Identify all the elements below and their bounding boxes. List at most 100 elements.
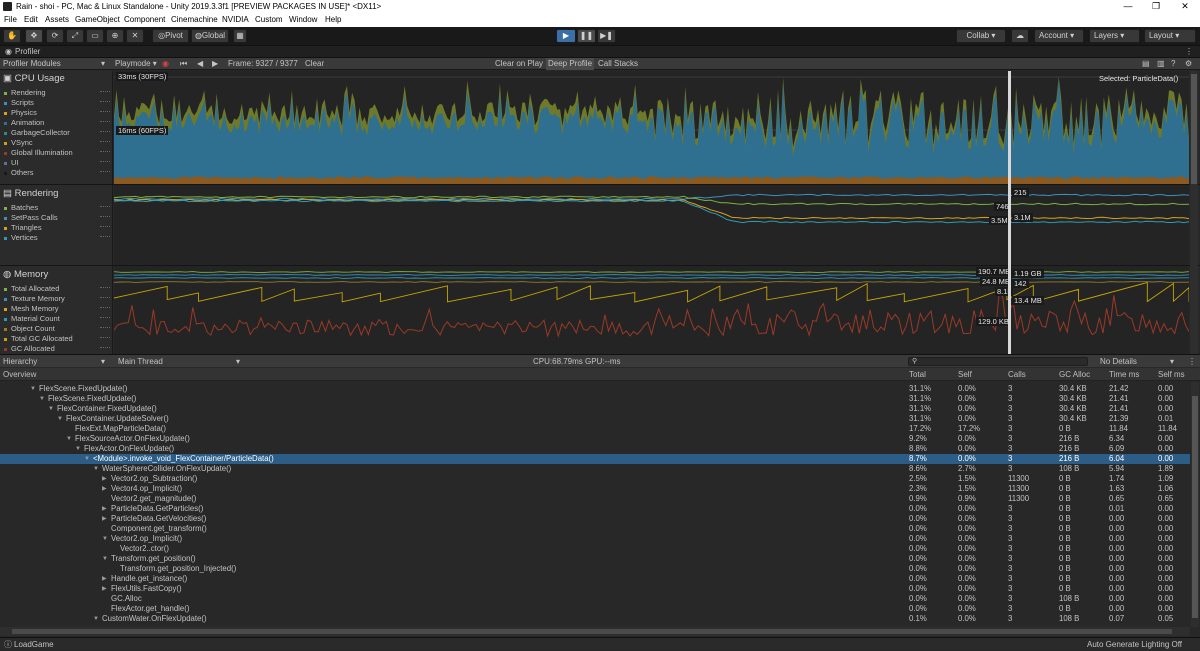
collab-dropdown[interactable]: Collab ▾	[956, 29, 1006, 43]
prev-frame-icon[interactable]: ◀	[197, 58, 203, 70]
expand-toggle-icon[interactable]: ▼	[57, 414, 63, 424]
table-row[interactable]: ▼ FlexContainer.FixedUpdate() 31.1% 0.0% 3 30…	[0, 404, 1190, 414]
table-row[interactable]: ▼ <Module>.invoke_void_FlexContainer/Part…	[0, 454, 1190, 464]
menu-edit[interactable]: Edit	[24, 13, 38, 27]
table-row[interactable]: Transform.get_position_Injected() 0.0% 0.0…	[0, 564, 1190, 574]
table-row[interactable]: ▶ Vector2.op_Subtraction() 2.5% 1.5% 11300 0 …	[0, 474, 1190, 484]
memory-legend-item[interactable]: Mesh Memory	[4, 304, 110, 313]
menu-help[interactable]: Help	[325, 13, 341, 27]
memory-chart[interactable]: 190.7 MB 1.19 GB 24.8 MB 142 8.1k 13.4 M…	[113, 266, 1190, 354]
memory-legend-item[interactable]: GC Allocated	[4, 344, 110, 353]
thread-dropdown[interactable]: Main Thread ▾	[118, 355, 240, 368]
cpu-legend-item[interactable]: Others	[4, 168, 110, 177]
table-row[interactable]: ▼ Transform.get_position() 0.0% 0.0% 3 0 B 0.0…	[0, 554, 1190, 564]
account-dropdown[interactable]: Account ▾	[1034, 29, 1084, 43]
rendering-legend-item[interactable]: Batches	[4, 203, 110, 212]
table-row[interactable]: GC.Alloc 0.0% 0.0% 3 108 B 0.00 0.00	[0, 594, 1190, 604]
expand-toggle-icon[interactable]: ▼	[102, 534, 108, 544]
clear-on-play-toggle[interactable]: Clear on Play	[495, 58, 543, 70]
table-row[interactable]: ▼ CustomWater.OnFlexUpdate() 0.1% 0.0% 3 108 …	[0, 614, 1190, 624]
playmode-dropdown[interactable]: Playmode ▾	[115, 58, 157, 70]
expand-toggle-icon[interactable]: ▶	[102, 584, 107, 594]
minimize-icon[interactable]: —	[1115, 0, 1141, 13]
expand-toggle-icon[interactable]: ▼	[66, 434, 72, 444]
save-icon[interactable]: ▥	[1157, 58, 1165, 70]
col-gc-alloc[interactable]: GC Alloc	[1059, 368, 1090, 381]
frame-cursor[interactable]	[1008, 71, 1011, 354]
settings-icon[interactable]: ⚙	[1185, 58, 1192, 70]
rendering-legend-item[interactable]: Vertices	[4, 233, 110, 242]
expand-toggle-icon[interactable]: ▶	[102, 474, 107, 484]
memory-legend-item[interactable]: Object Count	[4, 324, 110, 333]
menu-custom[interactable]: Custom	[255, 13, 283, 27]
expand-toggle-icon[interactable]: ▼	[84, 454, 90, 464]
menu-nvidia[interactable]: NVIDIA	[222, 13, 249, 27]
hierarchy-scrollbar-thumb[interactable]	[1192, 396, 1198, 618]
play-button[interactable]: ▶	[556, 29, 576, 43]
table-row[interactable]: ▼ Vector2.op_Implicit() 0.0% 0.0% 3 0 B 0.00 0.…	[0, 534, 1190, 544]
profiler-tab[interactable]: Profiler	[15, 46, 40, 58]
rendering-chart[interactable]: 215 746 3.5M 3.1M	[113, 185, 1190, 265]
expand-toggle-icon[interactable]: ▼	[30, 384, 36, 394]
col-self-ms[interactable]: Self ms	[1158, 368, 1185, 381]
first-frame-icon[interactable]: ⏮	[180, 58, 187, 70]
expand-toggle-icon[interactable]: ▼	[75, 444, 81, 454]
snap-grid-icon[interactable]: ▦	[233, 29, 247, 43]
expand-toggle-icon[interactable]: ▼	[102, 554, 108, 564]
close-icon[interactable]: ✕	[1172, 0, 1198, 13]
cpu-usage-title[interactable]: ▣ CPU Usage	[3, 73, 65, 84]
help-icon[interactable]: ?	[1171, 58, 1175, 70]
hand-tool-icon[interactable]: ✋	[3, 29, 21, 43]
rendering-legend-item[interactable]: Triangles	[4, 223, 110, 232]
memory-legend-item[interactable]: Texture Memory	[4, 294, 110, 303]
col-time-ms[interactable]: Time ms	[1109, 368, 1139, 381]
table-row[interactable]: Vector2.get_magnitude() 0.9% 0.9% 11300 0 B 0…	[0, 494, 1190, 504]
table-row[interactable]: Vector2..ctor() 0.0% 0.0% 3 0 B 0.00 0.00	[0, 544, 1190, 554]
cpu-legend-item[interactable]: Global Illumination	[4, 148, 110, 157]
menu-cinemachine[interactable]: Cinemachine	[171, 13, 218, 27]
cpu-legend-item[interactable]: VSync	[4, 138, 110, 147]
table-row[interactable]: FlexExt.MapParticleData() 17.2% 17.2% 3 0 B 1…	[0, 424, 1190, 434]
table-row[interactable]: ▶ ParticleData.GetVelocities() 0.0% 0.0% 3 0 …	[0, 514, 1190, 524]
table-row[interactable]: Component.get_transform() 0.0% 0.0% 3 0 B 0.0…	[0, 524, 1190, 534]
table-row[interactable]: ▶ FlexUtils.FastCopy() 0.0% 0.0% 3 0 B 0.00 0.0…	[0, 584, 1190, 594]
profiler-modules-dropdown[interactable]: Profiler Modules ▾	[3, 58, 105, 70]
table-row[interactable]: ▼ FlexActor.OnFlexUpdate() 8.8% 0.0% 3 216 B 6…	[0, 444, 1190, 454]
menu-gameobject[interactable]: GameObject	[75, 13, 120, 27]
cpu-legend-item[interactable]: Scripts	[4, 98, 110, 107]
search-input[interactable]: ⚲	[908, 357, 1088, 366]
tab-menu-icon[interactable]: ⋮	[1185, 46, 1193, 58]
menu-file[interactable]: File	[4, 13, 17, 27]
pause-button[interactable]: ❚❚	[577, 29, 596, 43]
rect-tool-icon[interactable]: ▭	[86, 29, 104, 43]
memory-legend-item[interactable]: Total GC Allocated	[4, 334, 110, 343]
transform-tool-icon[interactable]: ⊕	[106, 29, 124, 43]
cpu-legend-item[interactable]: GarbageCollector	[4, 128, 110, 137]
clear-button[interactable]: Clear	[305, 58, 324, 70]
table-row[interactable]: ▶ Handle.get_instance() 0.0% 0.0% 3 0 B 0.00 0.…	[0, 574, 1190, 584]
cpu-legend-item[interactable]: UI	[4, 158, 110, 167]
table-row[interactable]: ▼ FlexScene.FixedUpdate() 31.1% 0.0% 3 30.4 K…	[0, 384, 1190, 394]
hierarchy-h-scrollbar-thumb[interactable]	[12, 629, 1172, 634]
layers-dropdown[interactable]: Layers ▾	[1089, 29, 1140, 43]
rendering-legend-item[interactable]: SetPass Calls	[4, 213, 110, 222]
cpu-legend-item[interactable]: Physics	[4, 108, 110, 117]
memory-legend-item[interactable]: Total Allocated	[4, 284, 110, 293]
maximize-icon[interactable]: ❐	[1143, 0, 1169, 13]
next-frame-icon[interactable]: ▶	[212, 58, 218, 70]
expand-toggle-icon[interactable]: ▼	[39, 394, 45, 404]
load-icon[interactable]: ▤	[1142, 58, 1150, 70]
cpu-usage-chart[interactable]: 33ms (30FPS) 16ms (60FPS) Selected: Part…	[114, 71, 1189, 184]
pivot-toggle[interactable]: ◎Pivot	[152, 29, 189, 43]
record-icon[interactable]: ◉	[162, 58, 169, 70]
scale-tool-icon[interactable]: ⤢	[66, 29, 84, 43]
hierarchy-options-icon[interactable]: ⋮	[1188, 355, 1196, 368]
menu-window[interactable]: Window	[289, 13, 317, 27]
expand-toggle-icon[interactable]: ▶	[102, 574, 107, 584]
expand-toggle-icon[interactable]: ▶	[102, 484, 107, 494]
expand-toggle-icon[interactable]: ▼	[93, 614, 99, 624]
col-calls[interactable]: Calls	[1008, 368, 1026, 381]
deep-profile-toggle[interactable]: Deep Profile	[546, 58, 595, 70]
move-tool-icon[interactable]: ✥	[25, 29, 43, 43]
table-row[interactable]: ▼ FlexSourceActor.OnFlexUpdate() 9.2% 0.0% 3…	[0, 434, 1190, 444]
